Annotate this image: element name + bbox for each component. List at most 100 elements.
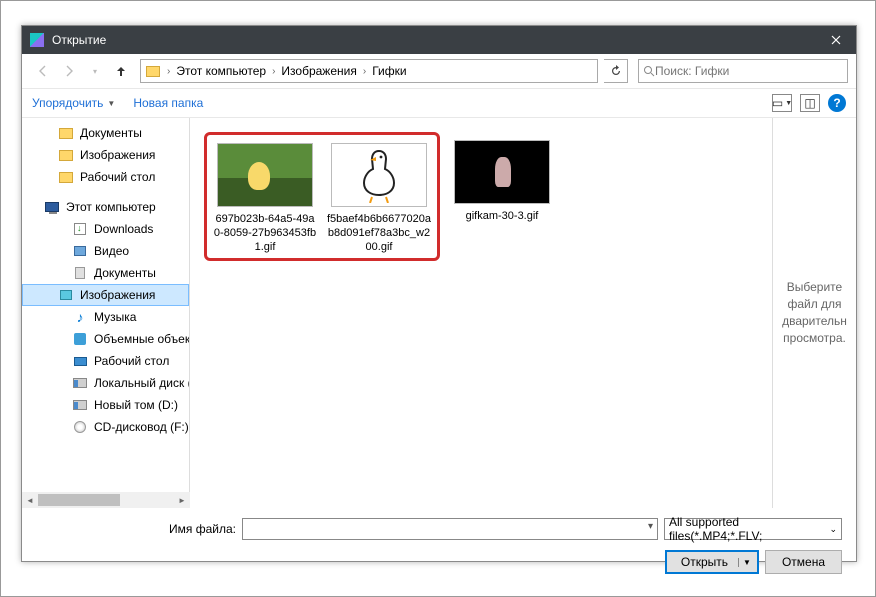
sidebar-item-documents[interactable]: Документы — [22, 122, 189, 144]
file-name: gifkam-30-3.gif — [448, 210, 556, 224]
file-dialog: Открытие ▾ › Этот компьютер › Изображени… — [21, 25, 857, 562]
scroll-track[interactable] — [38, 492, 174, 508]
forward-button[interactable] — [56, 59, 82, 83]
scroll-right-button[interactable]: ► — [174, 492, 190, 508]
file-type-filter[interactable]: All supported files(*.MP4;*.FLV;⌄ — [664, 518, 842, 540]
disk-icon — [72, 397, 88, 413]
dialog-body: Документы Изображения Рабочий стол Этот … — [22, 118, 856, 508]
pc-icon — [44, 199, 60, 215]
music-icon: ♪ — [72, 309, 88, 325]
file-list[interactable]: 697b023b-64a5-49a0-8059-27b963453fb1.gif… — [190, 118, 772, 508]
open-button[interactable]: Открыть▼ — [665, 550, 759, 574]
file-thumbnail — [331, 143, 427, 207]
new-folder-button[interactable]: Новая папка — [133, 96, 203, 110]
arrow-up-icon — [114, 64, 128, 78]
sidebar-label: Изображения — [80, 288, 155, 302]
window-title: Открытие — [52, 33, 816, 47]
sidebar-item-newvol[interactable]: Новый том (D:) — [22, 394, 189, 416]
video-icon — [72, 243, 88, 259]
sidebar-item-cdrom[interactable]: CD-дисковод (F:) — [22, 416, 189, 438]
sidebar-label: Рабочий стол — [80, 170, 155, 184]
documents-icon — [72, 265, 88, 281]
scroll-thumb[interactable] — [38, 494, 120, 506]
chevron-right-icon: › — [361, 66, 368, 77]
file-item[interactable]: gifkam-30-3.gif — [448, 140, 556, 224]
sidebar-label: Downloads — [94, 222, 153, 236]
sidebar-label: Документы — [94, 266, 156, 280]
images-icon — [58, 287, 74, 303]
downloads-icon — [72, 221, 88, 237]
sidebar-label: Документы — [80, 126, 142, 140]
filename-input[interactable] — [242, 518, 658, 540]
address-bar: ▾ › Этот компьютер › Изображения › Гифки — [22, 54, 856, 88]
sidebar-label: Видео — [94, 244, 129, 258]
help-button[interactable]: ? — [828, 94, 846, 112]
window-outer: Открытие ▾ › Этот компьютер › Изображени… — [0, 0, 876, 597]
refresh-button[interactable] — [604, 59, 628, 83]
filename-label: Имя файла: — [36, 522, 236, 536]
breadcrumb-images[interactable]: Изображения — [277, 60, 360, 82]
chevron-down-icon: ⌄ — [829, 524, 837, 535]
recent-button[interactable]: ▾ — [82, 59, 108, 83]
close-button[interactable] — [816, 26, 856, 54]
back-button[interactable] — [30, 59, 56, 83]
sidebar-item-images2[interactable]: Изображения — [22, 284, 189, 306]
sidebar-label: Локальный диск (C:) — [94, 376, 189, 390]
sidebar-label: Этот компьютер — [66, 200, 156, 214]
breadcrumb-pc[interactable]: Этот компьютер — [172, 60, 270, 82]
app-icon — [30, 33, 44, 47]
sidebar-item-desktop[interactable]: Рабочий стол — [22, 166, 189, 188]
file-thumbnail — [454, 140, 550, 204]
file-item[interactable]: 697b023b-64a5-49a0-8059-27b963453fb1.gif — [211, 143, 319, 254]
view-mode-button[interactable]: ▭▼ — [772, 94, 792, 112]
disk-icon — [72, 375, 88, 391]
cd-icon — [72, 419, 88, 435]
sidebar-item-documents2[interactable]: Документы — [22, 262, 189, 284]
sidebar-label: Объемные объекты — [94, 332, 189, 346]
sidebar-item-desktop2[interactable]: Рабочий стол — [22, 350, 189, 372]
open-dropdown[interactable]: ▼ — [738, 558, 751, 567]
breadcrumb[interactable]: › Этот компьютер › Изображения › Гифки — [140, 59, 598, 83]
organize-label: Упорядочить — [32, 96, 103, 110]
sidebar-scrollbar[interactable]: ◄ ► — [22, 492, 190, 508]
sidebar-label: CD-дисковод (F:) — [94, 420, 189, 434]
caret-down-icon: ▼ — [107, 99, 115, 108]
cancel-button[interactable]: Отмена — [765, 550, 842, 574]
cancel-label: Отмена — [782, 555, 825, 569]
organize-button[interactable]: Упорядочить ▼ — [32, 96, 115, 110]
breadcrumb-current[interactable]: Гифки — [368, 60, 410, 82]
titlebar: Открытие — [22, 26, 856, 54]
up-button[interactable] — [108, 59, 134, 83]
toolbar-right: ▭▼ ◫ ? — [772, 94, 846, 112]
sidebar-label: Рабочий стол — [94, 354, 169, 368]
folder-icon — [143, 61, 163, 81]
preview-pane-button[interactable]: ◫ — [800, 94, 820, 112]
sidebar-item-music[interactable]: ♪ Музыка — [22, 306, 189, 328]
sidebar-item-images[interactable]: Изображения — [22, 144, 189, 166]
file-item[interactable]: f5baef4b6b6677020ab8d091ef78a3bc_w200.gi… — [325, 143, 433, 254]
sidebar-item-this-pc[interactable]: Этот компьютер — [22, 196, 189, 218]
sidebar-item-video[interactable]: Видео — [22, 240, 189, 262]
breadcrumb-label: Гифки — [372, 64, 406, 78]
sidebar-label: Музыка — [94, 310, 136, 324]
scroll-left-button[interactable]: ◄ — [22, 492, 38, 508]
toolbar: Упорядочить ▼ Новая папка ▭▼ ◫ ? — [22, 88, 856, 118]
selection-highlight: 697b023b-64a5-49a0-8059-27b963453fb1.gif… — [204, 132, 440, 261]
search-input[interactable] — [655, 64, 843, 78]
chevron-right-icon: › — [270, 66, 277, 77]
dialog-footer: Имя файла: All supported files(*.MP4;*.F… — [22, 508, 856, 588]
sidebar-label: Изображения — [80, 148, 155, 162]
desktop-icon — [72, 353, 88, 369]
preview-placeholder: Выберите файл для дварительн просмотра. — [775, 279, 854, 346]
sidebar: Документы Изображения Рабочий стол Этот … — [22, 118, 190, 508]
arrow-left-icon — [36, 64, 50, 78]
filename-row: Имя файла: All supported files(*.MP4;*.F… — [36, 518, 842, 540]
preview-icon: ◫ — [804, 96, 815, 110]
sidebar-item-3d[interactable]: Объемные объекты — [22, 328, 189, 350]
breadcrumb-label: Изображения — [281, 64, 356, 78]
sidebar-item-localdisk[interactable]: Локальный диск (C:) — [22, 372, 189, 394]
button-row: Открыть▼ Отмена — [36, 550, 842, 574]
refresh-icon — [610, 65, 622, 77]
sidebar-item-downloads[interactable]: Downloads — [22, 218, 189, 240]
search-box[interactable] — [638, 59, 848, 83]
